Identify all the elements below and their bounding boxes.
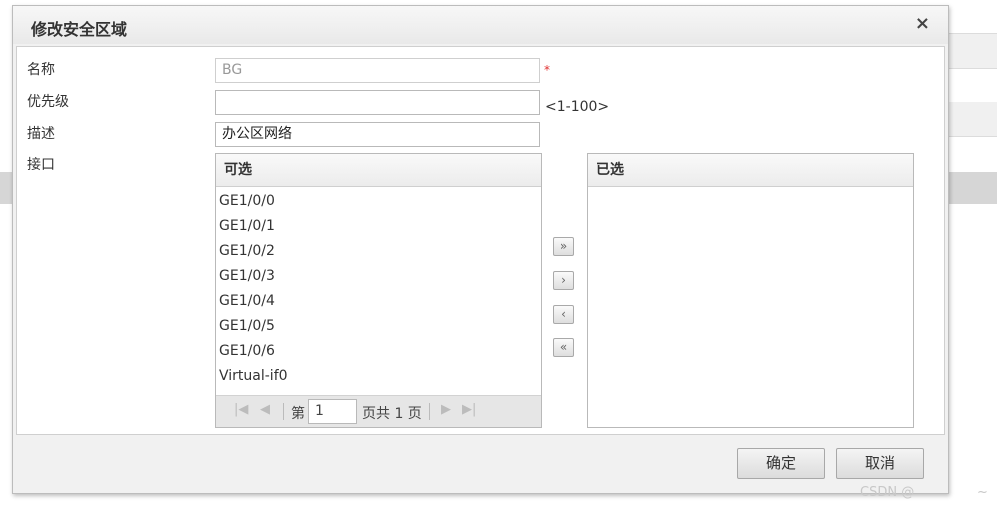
pager-divider [429,403,430,420]
close-icon[interactable]: × [915,14,930,34]
page-prefix: 第 [291,406,305,422]
move-all-left-button[interactable]: « [553,338,574,357]
name-field[interactable]: BG [215,58,540,83]
pager-divider [283,403,284,420]
dialog-title: 修改安全区域 [31,20,128,39]
priority-label: 优先级 [27,94,69,110]
list-item[interactable]: GE1/0/5 [219,314,541,339]
priority-range-hint: <1-100> [545,99,610,115]
page-suffix: 页共 1 页 [362,406,422,422]
dialog-header: 修改安全区域 × [13,6,948,44]
dialog-body: 名称 BG * 优先级 <1-100> 描述 办公区网络 接口 可选 GE1/0… [16,46,945,435]
description-field[interactable]: 办公区网络 [215,122,540,147]
name-label: 名称 [27,62,55,78]
edit-zone-dialog: 修改安全区域 × 名称 BG * 优先级 <1-100> 描述 办公区网络 接口… [12,5,949,494]
list-item[interactable]: GE1/0/2 [219,239,541,264]
required-mark: * [544,63,550,77]
watermark: CSDN @ [860,485,915,500]
list-item[interactable]: GE1/0/6 [219,339,541,364]
list-item[interactable]: GE1/0/3 [219,264,541,289]
list-item[interactable]: GE1/0/1 [219,214,541,239]
priority-field[interactable] [215,90,540,115]
prev-page-icon[interactable]: ◀ [260,402,270,417]
move-all-right-button[interactable]: » [553,237,574,256]
background-row [948,33,997,69]
available-header: 可选 [216,154,541,187]
list-item[interactable]: GE1/0/4 [219,289,541,314]
background-row [948,102,997,137]
available-list: GE1/0/0 GE1/0/1 GE1/0/2 GE1/0/3 GE1/0/4 … [216,187,541,389]
available-interfaces-panel: 可选 GE1/0/0 GE1/0/1 GE1/0/2 GE1/0/3 GE1/0… [215,153,542,428]
move-right-button[interactable]: › [553,271,574,290]
watermark-tail: ~ [977,485,988,500]
last-page-icon[interactable]: ▶| [462,402,476,417]
list-item[interactable]: Virtual-if0 [219,364,541,389]
selected-list [588,187,913,189]
page-number-input[interactable]: 1 [308,399,357,424]
selected-header: 已选 [588,154,913,187]
pager: |◀ ◀ 第 1 页共 1 页 ▶ ▶| [216,395,541,427]
move-left-button[interactable]: ‹ [553,305,574,324]
list-item[interactable]: GE1/0/0 [219,189,541,214]
description-label: 描述 [27,126,55,142]
next-page-icon[interactable]: ▶ [441,402,451,417]
first-page-icon[interactable]: |◀ [234,402,248,417]
interface-label: 接口 [27,157,55,173]
cancel-button[interactable]: 取消 [836,448,924,479]
selected-interfaces-panel: 已选 [587,153,914,428]
ok-button[interactable]: 确定 [737,448,825,479]
